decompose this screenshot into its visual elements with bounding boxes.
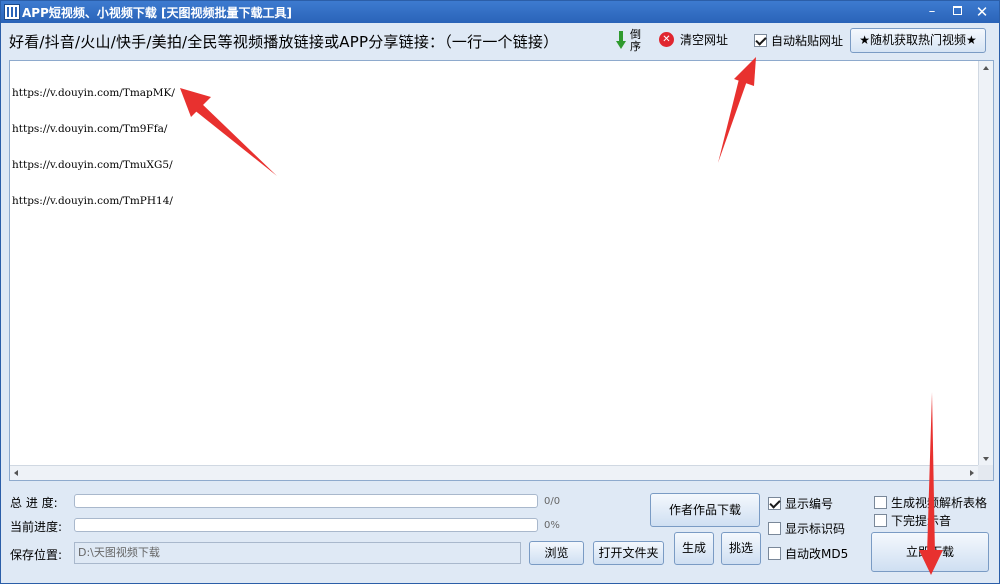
auto-paste-label: 自动粘贴网址 (771, 34, 844, 48)
clear-icon: ✕ (659, 32, 674, 47)
scrollbar-corner (978, 465, 993, 480)
url-list: https://v.douyin.com/TmapMK/ https://v.d… (12, 63, 175, 231)
auto-paste-check-icon[interactable] (754, 34, 767, 47)
maximize-button[interactable] (944, 2, 970, 22)
auto-paste-checkbox[interactable]: 自动粘贴网址 (754, 32, 843, 49)
show-number-checkbox[interactable]: 显示编号 (768, 495, 833, 512)
url-line: https://v.douyin.com/TmPH14/ (12, 195, 173, 207)
horizontal-scrollbar[interactable] (10, 465, 978, 480)
show-id-label: 显示标识码 (785, 522, 846, 536)
scroll-up-icon[interactable] (983, 66, 989, 70)
reverse-order-label: 倒序 (630, 28, 641, 53)
window-title: APP短视频、小视频下载 [天图视频批量下载工具] (22, 6, 293, 20)
total-progress-text: 0/0 (544, 496, 561, 507)
close-button[interactable]: ✕ (969, 2, 995, 22)
show-number-check-icon[interactable] (768, 497, 781, 510)
done-sound-checkbox[interactable]: 下完提示音 (874, 512, 951, 529)
open-folder-button[interactable]: 打开文件夹 (593, 541, 664, 565)
author-works-download-button[interactable]: 作者作品下载 (650, 493, 760, 527)
generate-table-check-icon[interactable] (874, 496, 887, 509)
done-sound-label: 下完提示音 (891, 514, 952, 528)
vertical-scrollbar[interactable] (978, 61, 993, 466)
auto-md5-check-icon[interactable] (768, 547, 781, 560)
clear-urls-label: 清空网址 (680, 33, 729, 47)
clear-urls-button[interactable]: ✕ 清空网址 (659, 31, 728, 51)
save-location-label: 保存位置: (10, 548, 63, 562)
scroll-down-icon[interactable] (983, 457, 989, 461)
maximize-icon (952, 6, 962, 15)
total-progress-label: 总 进 度: (10, 496, 58, 510)
url-line: https://v.douyin.com/TmuXG5/ (12, 159, 173, 171)
minimize-button[interactable]: – (919, 2, 945, 22)
url-input-area[interactable]: https://v.douyin.com/TmapMK/ https://v.d… (9, 60, 994, 481)
current-progress-text: 0% (544, 520, 560, 531)
save-path-field[interactable]: D:\天图视频下载 (74, 542, 521, 564)
generate-table-checkbox[interactable]: 生成视频解析表格 (874, 494, 987, 511)
url-line: https://v.douyin.com/TmapMK/ (12, 87, 175, 99)
pick-button[interactable]: 挑选 (721, 532, 761, 565)
random-hot-videos-button[interactable]: ★随机获取热门视频★ (850, 28, 986, 53)
current-progress-label: 当前进度: (10, 520, 63, 534)
auto-md5-label: 自动改MD5 (785, 547, 849, 561)
show-id-check-icon[interactable] (768, 522, 781, 535)
reverse-order-button[interactable]: 倒序 (616, 29, 646, 53)
show-id-checkbox[interactable]: 显示标识码 (768, 520, 845, 537)
app-icon (4, 4, 20, 20)
show-number-label: 显示编号 (785, 497, 834, 511)
input-hint-label: 好看/抖音/火山/快手/美拍/全民等视频播放链接或APP分享链接：（一行一个链接… (9, 33, 559, 51)
total-progress-bar (74, 494, 538, 508)
auto-md5-checkbox[interactable]: 自动改MD5 (768, 545, 848, 562)
url-line: https://v.douyin.com/Tm9Ffa/ (12, 123, 168, 135)
browse-button[interactable]: 浏览 (529, 541, 584, 565)
current-progress-bar (74, 518, 538, 532)
generate-table-label: 生成视频解析表格 (891, 496, 988, 510)
done-sound-check-icon[interactable] (874, 514, 887, 527)
title-bar[interactable]: APP短视频、小视频下载 [天图视频批量下载工具] – ✕ (1, 1, 999, 23)
download-now-button[interactable]: 立即下载 (871, 532, 989, 572)
arrow-down-icon (616, 31, 626, 49)
scroll-left-icon[interactable] (14, 470, 18, 476)
app-window: APP短视频、小视频下载 [天图视频批量下载工具] – ✕ 好看/抖音/火山/快… (0, 0, 1000, 584)
scroll-right-icon[interactable] (970, 470, 974, 476)
generate-button[interactable]: 生成 (674, 532, 714, 565)
